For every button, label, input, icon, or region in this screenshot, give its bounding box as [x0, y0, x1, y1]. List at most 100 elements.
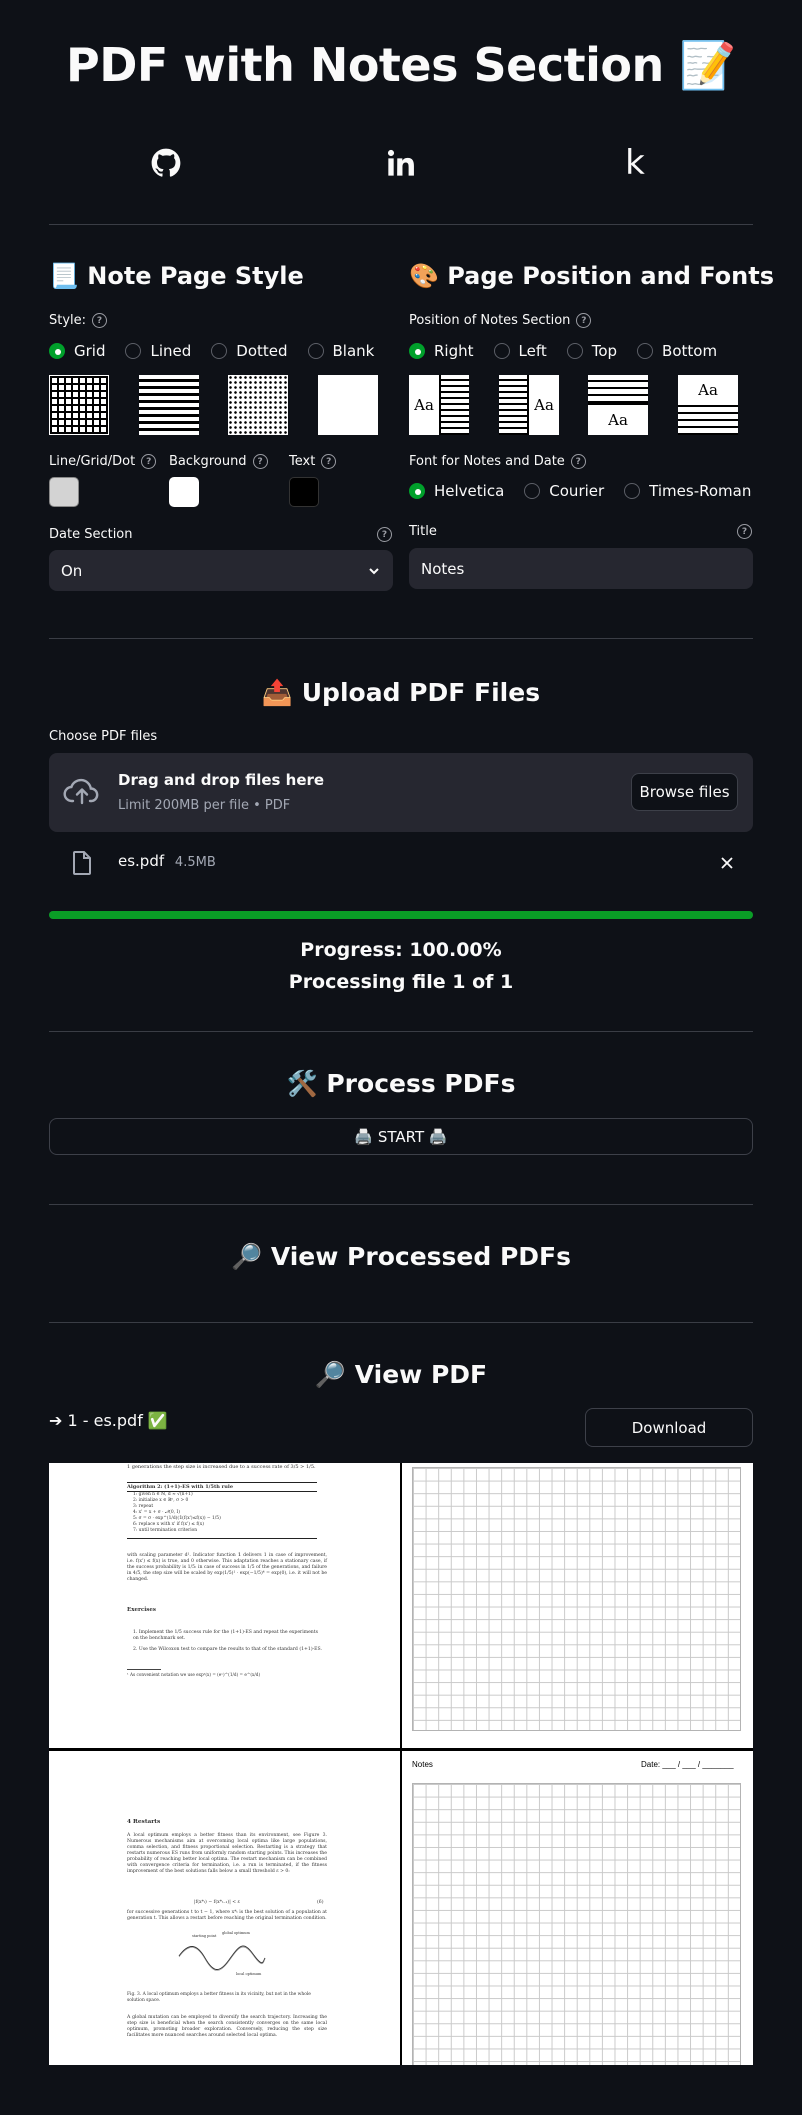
- grid-style-thumbnail: [49, 375, 109, 435]
- radio-bottom[interactable]: Bottom: [637, 342, 717, 360]
- style-label-text: Style:: [49, 313, 87, 328]
- blank-style-thumbnail: [318, 375, 378, 435]
- thumb-notes: [499, 375, 529, 435]
- text-color-label: Text?: [289, 454, 337, 469]
- linkedin-icon[interactable]: [381, 143, 421, 183]
- help-icon[interactable]: ?: [737, 524, 752, 539]
- radio-times-roman[interactable]: Times-Roman: [624, 482, 751, 500]
- notes-title: Notes: [412, 1760, 433, 1769]
- date-field: Date: ___ / ___ / _______: [641, 1760, 734, 1769]
- radio-label: Courier: [549, 482, 605, 500]
- drag-drop-text: Drag and drop files here: [118, 771, 325, 789]
- github-icon[interactable]: [146, 143, 186, 183]
- kaggle-icon[interactable]: k: [615, 143, 655, 183]
- radio-dot[interactable]: [409, 483, 425, 499]
- pdf-body-text: A local optimum employs a better fitness…: [127, 1833, 327, 1874]
- page-title: PDF with Notes Section 📝: [65, 38, 737, 92]
- radio-dot[interactable]: [409, 343, 425, 359]
- radio-dot[interactable]: [624, 483, 641, 499]
- help-icon[interactable]: ?: [92, 313, 108, 328]
- line-color-label: Line/Grid/Dot?: [49, 454, 157, 469]
- algorithm-line: 7: until termination criterion: [133, 1528, 198, 1533]
- line-color-picker[interactable]: [49, 477, 79, 507]
- left-position-thumbnail: Aa: [499, 375, 559, 435]
- progress-track: [49, 911, 753, 919]
- style-radio-group: Grid Lined Dotted Blank: [49, 342, 394, 360]
- curve-label-start: starting point: [192, 1934, 217, 1938]
- pdf-text-line: 1 generations the step size is increased…: [127, 1464, 316, 1470]
- text-color-picker[interactable]: [289, 477, 319, 507]
- choose-files-label: Choose PDF files: [49, 729, 158, 744]
- help-icon[interactable]: ?: [576, 313, 592, 328]
- divider: [49, 638, 753, 639]
- radio-dot[interactable]: [125, 343, 142, 359]
- radio-grid[interactable]: Grid: [49, 342, 105, 360]
- divider: [49, 1204, 753, 1205]
- start-button[interactable]: 🖨️ START 🖨️: [49, 1118, 753, 1155]
- position-radio-group: Right Left Top Bottom: [409, 342, 737, 360]
- radio-right[interactable]: Right: [409, 342, 474, 360]
- right-position-thumbnail: Aa: [409, 375, 469, 435]
- radio-dot[interactable]: [49, 343, 65, 359]
- note-style-heading: 📃 Note Page Style: [49, 262, 304, 290]
- pdf-page-2-notes: Notes Date: ___ / ___ / _______: [402, 1751, 753, 2065]
- close-icon[interactable]: [720, 856, 734, 870]
- cloud-upload-icon: [63, 778, 99, 805]
- title-label: Title: [409, 524, 437, 539]
- title-input[interactable]: Notes: [409, 548, 753, 589]
- thumb-text: Aa: [534, 396, 554, 414]
- thumb-text: Aa: [414, 396, 434, 414]
- radio-dot[interactable]: [211, 343, 228, 359]
- curve-label-global: global optimum: [222, 1931, 250, 1935]
- processing-text: Processing file 1 of 1: [288, 971, 514, 993]
- radio-label: Lined: [150, 342, 192, 360]
- help-icon[interactable]: ?: [570, 454, 586, 469]
- radio-label: Helvetica: [434, 482, 505, 500]
- date-section-select[interactable]: On: [49, 550, 393, 591]
- radio-dot[interactable]: [524, 483, 541, 499]
- line-color-label-text: Line/Grid/Dot: [49, 454, 136, 469]
- exercise-2: 2. Use the Wilcoxon test to compare the …: [133, 1647, 322, 1652]
- pdf-body-text: with scaling parameter d¹. Indicator fun…: [127, 1553, 327, 1582]
- notes-grid: [412, 1467, 741, 1731]
- download-button[interactable]: Download: [585, 1408, 753, 1447]
- help-icon[interactable]: ?: [377, 527, 392, 542]
- radio-dot[interactable]: [637, 343, 654, 359]
- font-radio-group: Helvetica Courier Times-Roman: [409, 482, 771, 500]
- file-limit-text: Limit 200MB per file • PDF: [118, 798, 291, 813]
- uploaded-file-row: es.pdf 4.5MB: [118, 852, 216, 870]
- radio-dotted[interactable]: Dotted: [211, 342, 288, 360]
- help-icon[interactable]: ?: [141, 454, 157, 469]
- radio-dot[interactable]: [493, 343, 510, 359]
- figure-caption: Fig. 3. A local optimum employs a better…: [127, 1992, 311, 2003]
- thumb-notes: [588, 375, 648, 405]
- help-icon[interactable]: ?: [321, 454, 337, 469]
- radio-lined[interactable]: Lined: [125, 342, 191, 360]
- radio-dot[interactable]: [566, 343, 583, 359]
- algorithm-bottom-rule: [127, 1538, 317, 1539]
- lined-style-thumbnail: [139, 375, 199, 435]
- radio-helvetica[interactable]: Helvetica: [409, 482, 504, 500]
- bottom-position-thumbnail: Aa: [678, 375, 738, 435]
- help-icon[interactable]: ?: [252, 454, 268, 469]
- upload-heading: 📤 Upload PDF Files: [261, 678, 541, 707]
- pdf-file-label: ➔ 1 - es.pdf ✅: [49, 1411, 168, 1430]
- pdf-page-1-content: 1 generations the step size is increased…: [49, 1463, 400, 1748]
- uploaded-file-name: es.pdf: [118, 852, 165, 870]
- radio-dot[interactable]: [307, 343, 324, 359]
- radio-courier[interactable]: Courier: [524, 482, 604, 500]
- file-dropzone[interactable]: Drag and drop files here Limit 200MB per…: [49, 753, 753, 832]
- algorithm-title: Algorithm 2: (1+1)-ES with 1/5th rule: [127, 1484, 234, 1490]
- radio-blank[interactable]: Blank: [307, 342, 374, 360]
- uploaded-file-size: 4.5MB: [174, 855, 216, 870]
- equation: |f(x*ₜ) − f(x*ₜ₋₁)| < ε: [194, 1900, 240, 1905]
- background-color-picker[interactable]: [169, 477, 199, 507]
- font-label: Font for Notes and Date?: [409, 454, 586, 469]
- browse-files-button[interactable]: Browse files: [631, 773, 738, 811]
- radio-label: Right: [434, 342, 474, 360]
- radio-top[interactable]: Top: [566, 342, 617, 360]
- radio-left[interactable]: Left: [493, 342, 547, 360]
- pdf-viewer[interactable]: 1 generations the step size is increased…: [49, 1463, 753, 2065]
- exercise-1: 1. Implement the 1/5 success rule for th…: [133, 1630, 318, 1641]
- divider: [49, 1322, 753, 1323]
